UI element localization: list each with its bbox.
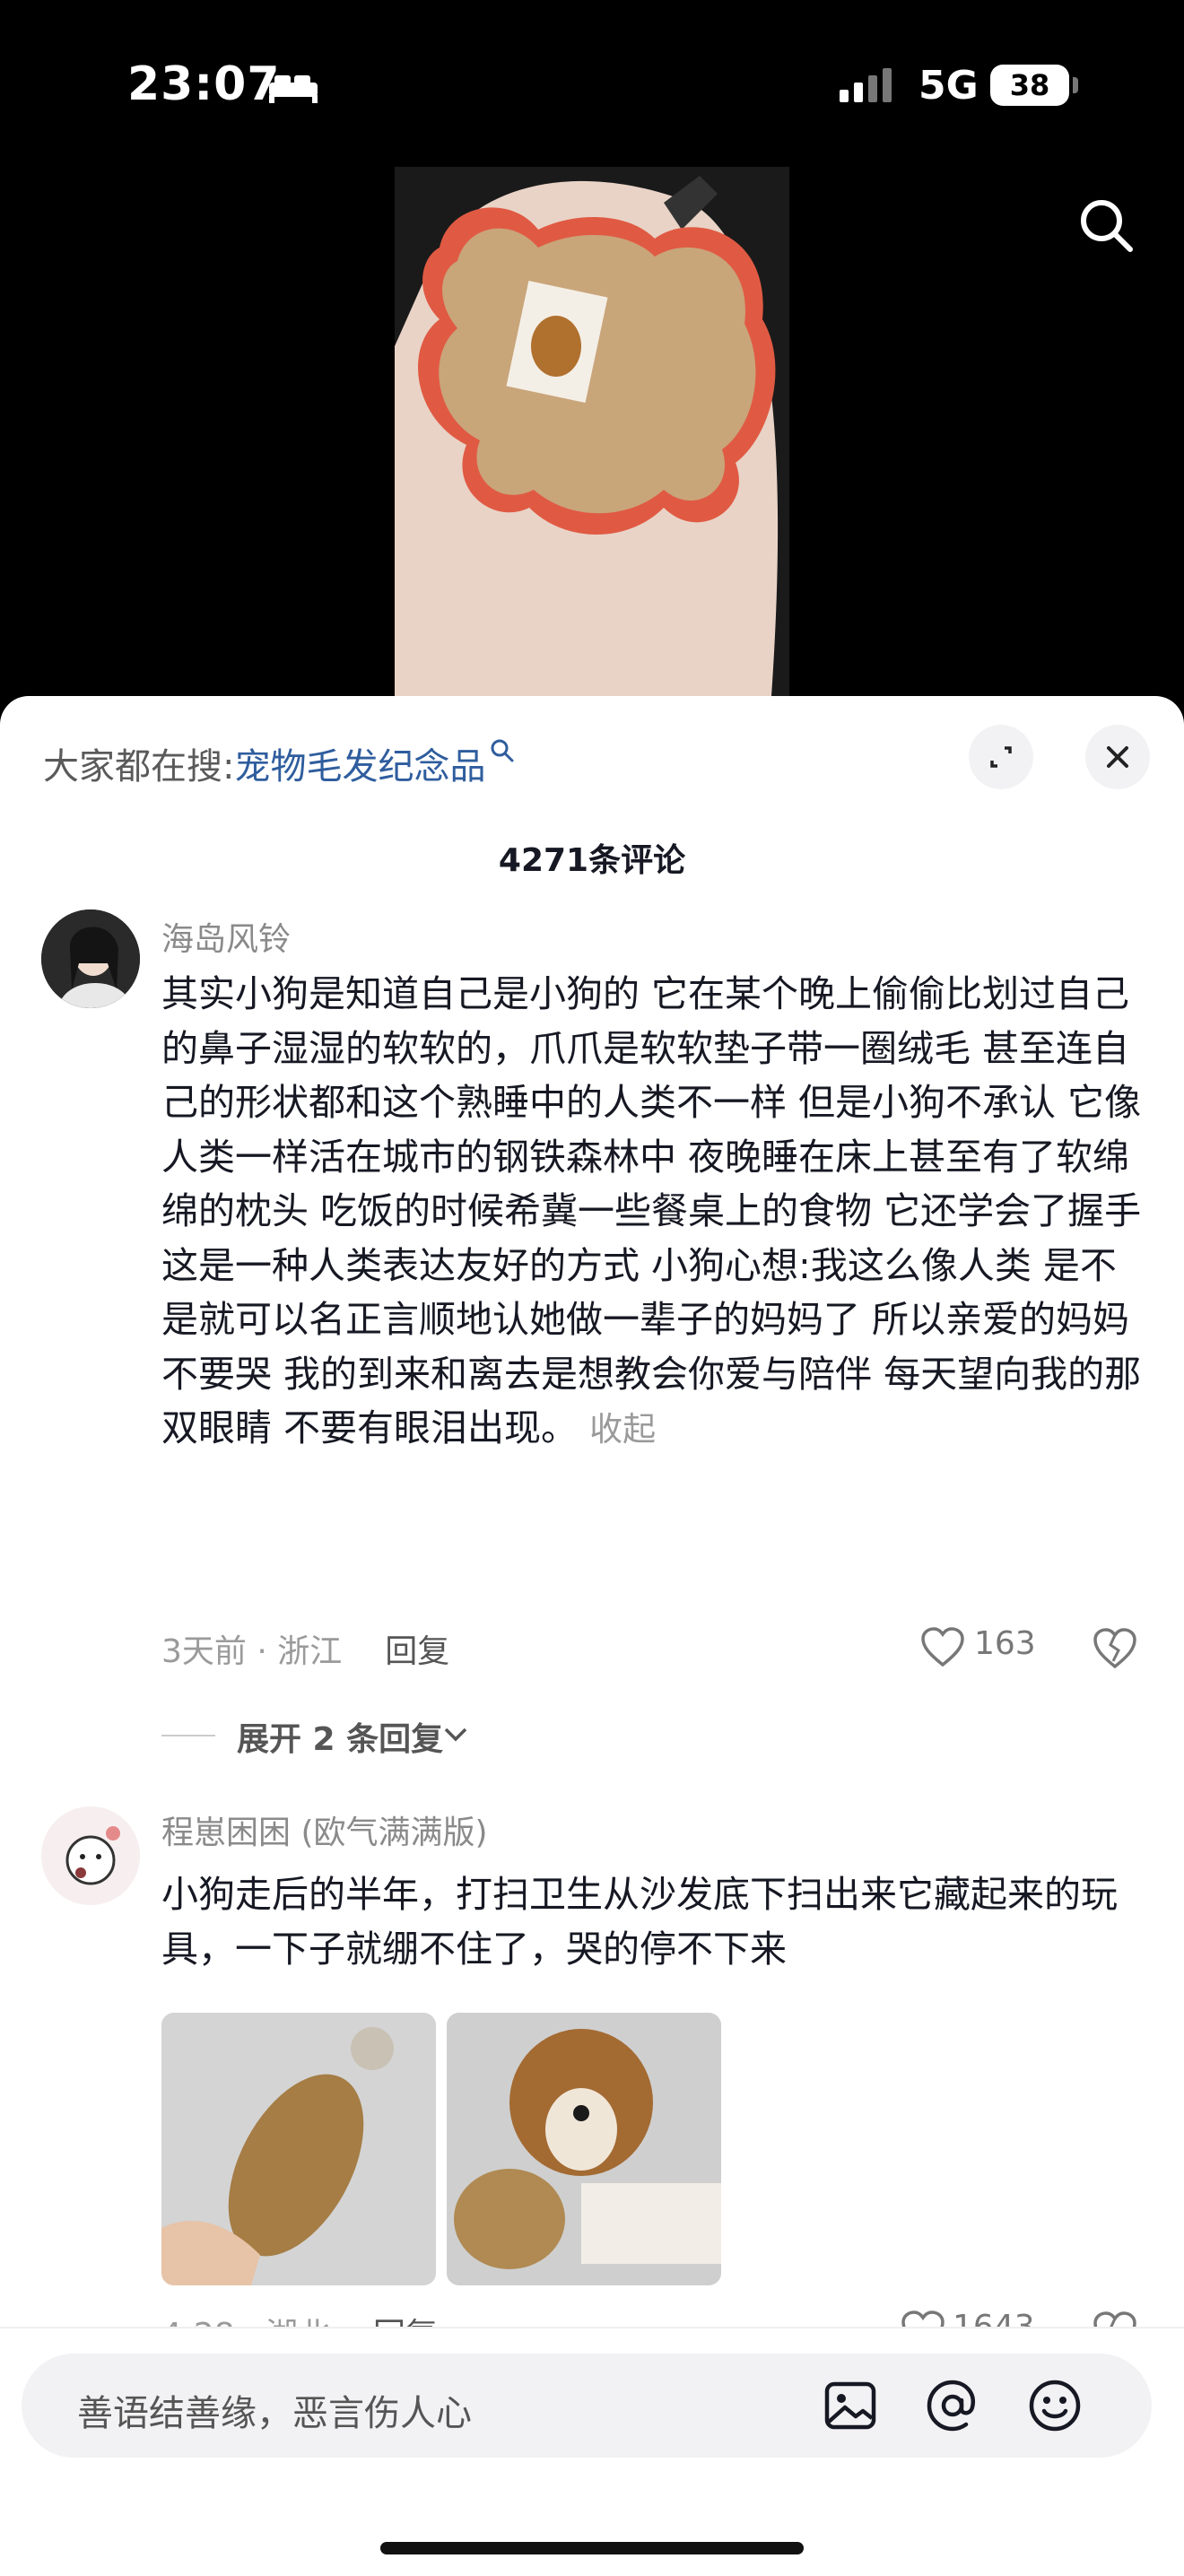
comment-time-location: 3天前 · 浙江 bbox=[161, 1633, 343, 1670]
like-count: 163 bbox=[974, 1625, 1036, 1662]
collapse-link[interactable]: 收起 bbox=[589, 1410, 656, 1449]
search-icon[interactable] bbox=[1075, 194, 1137, 257]
dog-toy-photo bbox=[161, 2013, 436, 2285]
avatar[interactable] bbox=[41, 909, 140, 1008]
expand-icon bbox=[990, 746, 1012, 768]
comment-username[interactable]: 程崽困困 (欧气满满版) bbox=[161, 1806, 488, 1853]
comment-image[interactable] bbox=[447, 2013, 721, 2285]
reply-button[interactable]: 回复 bbox=[385, 1633, 449, 1670]
comment-meta: 3天前 · 浙江 回复 bbox=[161, 1625, 449, 1672]
comment-body: 其实小狗是知道自己是小狗的 它在某个晚上偷偷比划过自己的鼻子湿湿的软软的，爪爪是… bbox=[161, 972, 1142, 1449]
comment-username[interactable]: 海岛风铃 bbox=[161, 913, 291, 960]
battery-tip bbox=[1073, 77, 1078, 93]
hint-search-icon bbox=[491, 739, 514, 762]
home-indicator bbox=[380, 2542, 804, 2554]
comment-text: 其实小狗是知道自己是小狗的 它在某个晚上偷偷比划过自己的鼻子湿湿的软软的，爪爪是… bbox=[161, 967, 1152, 1458]
status-time: 23:07 bbox=[127, 57, 281, 111]
search-hint[interactable]: 大家都在搜:宠物毛发纪念品 bbox=[43, 737, 516, 789]
comment-sheet: 大家都在搜:宠物毛发纪念品 4271条评论 海岛风铃 其实小狗是知道自己是小狗的… bbox=[0, 696, 1184, 2572]
cellular-signal-icon bbox=[840, 68, 892, 102]
comment-image[interactable] bbox=[161, 2013, 436, 2285]
emoji-icon[interactable] bbox=[1026, 2377, 1084, 2434]
battery-level: 38 bbox=[990, 65, 1069, 106]
post-photo[interactable] bbox=[395, 167, 789, 696]
pet-fur-keepsake-image bbox=[395, 167, 789, 696]
heart-icon[interactable] bbox=[920, 1627, 965, 1668]
comment-text: 小狗走后的半年，打扫卫生从沙发底下扫出来它藏起来的玩具，一下子就绷不住了，哭的停… bbox=[161, 1873, 1118, 1971]
sleep-focus-icon bbox=[269, 75, 318, 103]
status-bar: 23:07 5G 38 bbox=[0, 0, 1184, 170]
close-icon bbox=[1107, 746, 1128, 768]
image-icon[interactable] bbox=[822, 2377, 879, 2434]
search-hint-prefix: 大家都在搜: bbox=[43, 746, 235, 788]
divider-line bbox=[161, 1735, 215, 1736]
comment-input-bar: 善语结善缘，恶言伤人心 bbox=[0, 2327, 1184, 2576]
avatar[interactable] bbox=[41, 1806, 140, 1905]
user-avatar-image bbox=[41, 909, 140, 1008]
mention-icon[interactable] bbox=[924, 2377, 981, 2434]
user-avatar-image bbox=[41, 1806, 140, 1905]
search-hint-link[interactable]: 宠物毛发纪念品 bbox=[234, 746, 485, 788]
chevron-down-icon bbox=[444, 1727, 467, 1742]
dog-with-toy-photo bbox=[447, 2013, 721, 2285]
comment-input[interactable]: 善语结善缘，恶言伤人心 bbox=[22, 2354, 1152, 2458]
expand-replies-button[interactable]: 展开 2 条回复 bbox=[237, 1713, 443, 1760]
comment-count: 4271条评论 bbox=[498, 842, 686, 879]
broken-heart-icon[interactable] bbox=[1093, 1627, 1137, 1670]
network-type: 5G bbox=[918, 63, 979, 109]
close-sheet-button[interactable] bbox=[1085, 725, 1150, 789]
expand-sheet-button[interactable] bbox=[969, 725, 1033, 789]
comment-input-placeholder: 善语结善缘，恶言伤人心 bbox=[77, 2393, 472, 2434]
